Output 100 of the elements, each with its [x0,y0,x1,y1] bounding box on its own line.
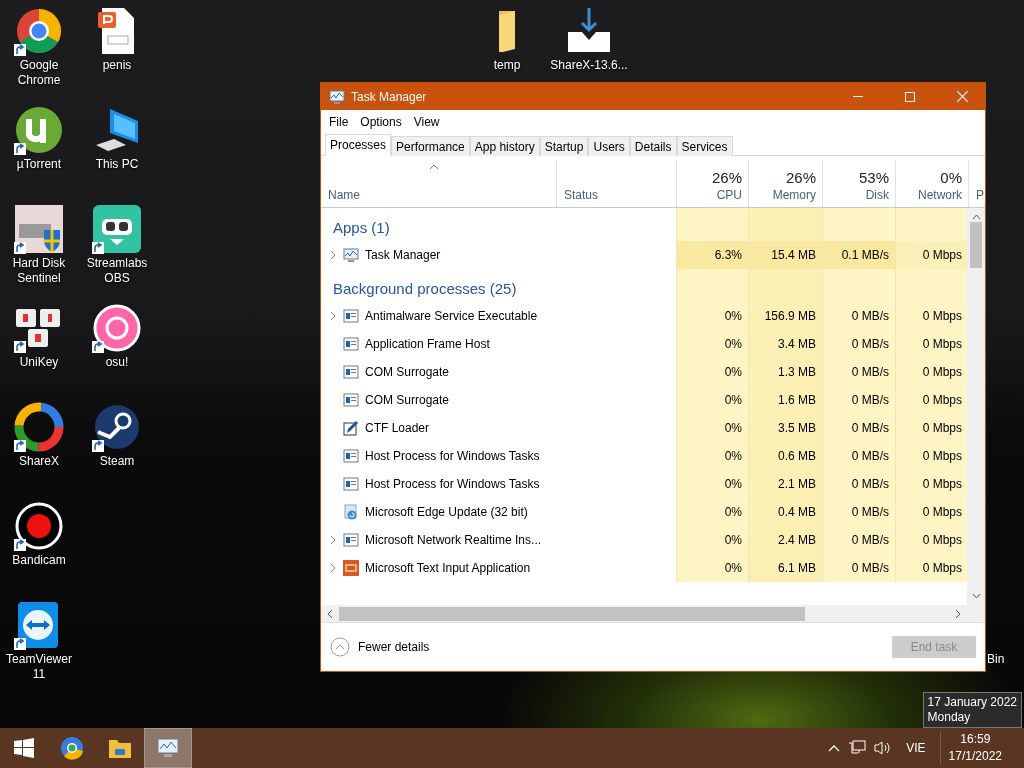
chevron-icon[interactable] [329,311,337,321]
tab[interactable]: Users [588,136,630,156]
table-cell: 0 Mbps [895,241,967,269]
table-cell: 2.4 MB [748,526,822,554]
desktop-icon-label[interactable]: ShareX-13.6... [550,58,628,73]
tooltip-line: Monday [927,710,972,725]
column-header[interactable]: Disk [865,188,889,202]
table-cell: 0% [676,526,748,554]
table-cell: 0 MB/s [822,358,895,386]
table-cell: 0 Mbps [895,414,967,442]
table-cell: 0% [676,302,748,330]
fewer-details-button[interactable]: Fewer details [330,637,430,657]
table-cell [676,208,748,241]
menu-item[interactable]: File [323,115,355,129]
table-cell: 6.3% [676,241,748,269]
language-indicator[interactable]: VIE [900,741,932,755]
desktop-icon-label[interactable]: Bin [987,652,1005,666]
process-name[interactable]: Application Frame Host [365,337,490,351]
process-name[interactable]: Task Manager [365,248,441,262]
window-icon [343,364,359,380]
window-icon [343,392,359,408]
table-cell: 0.4 MB [748,498,822,526]
tooltip-line: 17 January 2022 [927,695,1017,710]
table-cell: 0% [676,358,748,386]
process-name[interactable]: Microsoft Text Input Application [365,561,531,575]
desktop-icon-label[interactable]: Steam [79,454,155,469]
table-cell: 0 Mbps [895,470,967,498]
process-name[interactable]: COM Surrogate [365,365,450,379]
browser-logo-icon [60,736,84,760]
pen-on-paper-icon [343,420,359,436]
table-cell: 3.5 MB [748,414,822,442]
column-header[interactable]: Network [918,188,962,202]
process-name[interactable]: CTF Loader [365,421,430,435]
desktop-icon-label[interactable]: osu! [79,355,155,370]
column-header[interactable]: Name [328,188,360,202]
table-cell: 0 Mbps [895,386,967,414]
scroll-up-icon[interactable] [971,214,981,220]
menu-item[interactable]: View [407,115,446,129]
vertical-scrollbar[interactable] [967,208,985,605]
table-cell: 15.4 MB [748,241,822,269]
speaker-icon[interactable] [874,740,893,756]
chevron-icon[interactable] [329,250,337,260]
table-cell: 0% [676,554,748,582]
process-name[interactable]: Microsoft Network Realtime Ins... [365,533,542,547]
desktop-icon-label[interactable]: TeamViewer 11 [1,652,77,682]
table-cell: 0 MB/s [822,302,895,330]
desktop-icon-label[interactable]: temp [493,58,521,73]
caret-up-icon[interactable] [828,744,841,752]
desktop-icon-label[interactable]: penis [79,58,155,73]
process-name[interactable]: Host Process for Windows Tasks [365,477,540,491]
steam-logo-icon [92,402,142,452]
desktop-icon-label[interactable]: Hard Disk Sentinel [1,256,77,286]
keyboard-tile-icon [343,560,359,576]
windows-logo-icon [14,738,34,758]
tab[interactable]: App history [469,136,540,156]
table-cell: 6.1 MB [748,554,822,582]
column-header[interactable]: P [976,188,984,202]
network-icon[interactable] [848,740,867,756]
table-cell: 0 MB/s [822,498,895,526]
table-cell: 0% [676,470,748,498]
desktop-icon-label[interactable]: Google Chrome [1,58,77,88]
process-name[interactable]: Antimalware Service Executable [365,309,538,323]
tab[interactable]: Performance [391,136,470,156]
table-cell: 0 Mbps [895,526,967,554]
ring-logo-icon [92,303,142,353]
chevron-icon[interactable] [329,535,337,545]
process-name[interactable]: Host Process for Windows Tasks [365,449,540,463]
tab[interactable]: Details [629,136,677,156]
process-name[interactable]: Microsoft Edge Update (32 bit) [365,505,528,519]
desktop-icon-label[interactable]: UniKey [1,355,77,370]
tab[interactable]: Services [676,136,733,156]
desktop-icon-label[interactable]: ShareX [1,454,77,469]
table-cell: 0 Mbps [895,358,967,386]
horizontal-scrollbar[interactable] [321,605,985,623]
scroll-down-icon[interactable] [971,593,981,599]
desktop-icon-label[interactable]: This PC [79,157,155,172]
table-cell: 0 MB/s [822,414,895,442]
scrollbar-thumb[interactable] [970,222,982,268]
scrollbar-thumb[interactable] [339,606,805,621]
tab[interactable]: Startup [539,136,589,156]
table-cell: 0% [676,442,748,470]
menu-item[interactable]: Options [354,115,408,129]
table-cell [676,269,748,302]
column-header[interactable]: Memory [772,188,816,202]
monitor-graph-icon [343,247,359,263]
desktop-icon-label[interactable]: µTorrent [1,157,77,172]
column-header[interactable]: Status [564,188,599,202]
chevron-icon[interactable] [329,563,337,573]
clock[interactable]: 16:59 17/1/2022 [939,731,1010,765]
desktop-icon-label[interactable]: Streamlabs OBS [79,256,155,286]
table-cell: 0 MB/s [822,386,895,414]
minimize-icon [853,96,863,97]
robot-face-icon [92,204,142,254]
column-header[interactable]: CPU [716,188,742,202]
column-percent: 26% [785,169,816,186]
table-cell: 0% [676,330,748,358]
table-cell [895,269,967,302]
process-name[interactable]: COM Surrogate [365,393,450,407]
tab[interactable]: Processes [325,134,392,156]
desktop-icon-label[interactable]: Bandicam [1,553,77,568]
